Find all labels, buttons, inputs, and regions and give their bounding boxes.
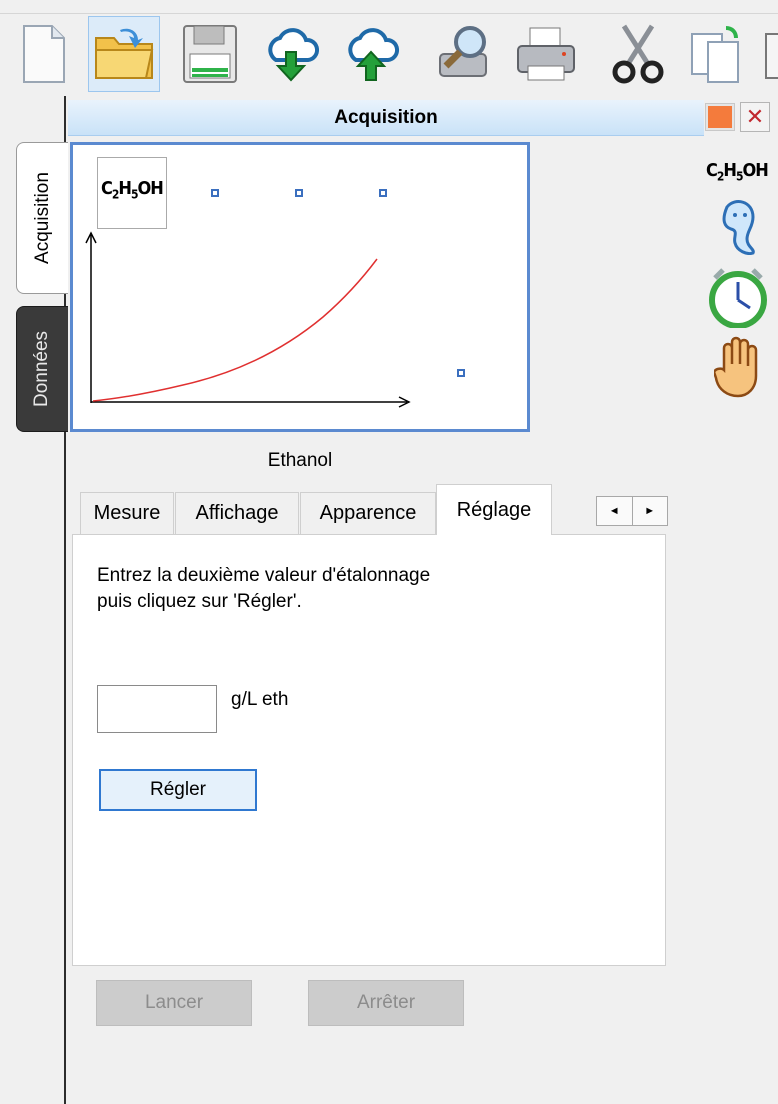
side-tab-donnees-label: Données <box>31 330 53 408</box>
hand-icon <box>714 336 758 398</box>
reglage-panel: Entrez la deuxième valeur d'étalonnage p… <box>72 534 666 966</box>
tab-mesure[interactable]: Mesure <box>80 492 174 534</box>
stop-hand-button[interactable] <box>704 332 772 400</box>
paste-icon <box>765 33 778 79</box>
tab-scroll-left-icon: ◄ <box>608 505 620 517</box>
cut-button[interactable] <box>602 16 674 92</box>
copy-button[interactable] <box>680 16 752 92</box>
save-icon <box>183 25 237 83</box>
tab-apparence-label: Apparence <box>319 502 417 524</box>
cut-icon <box>612 24 664 84</box>
panel-float-button[interactable] <box>705 103 735 131</box>
tab-reglage-label: Réglage <box>456 498 532 521</box>
window-top-edge <box>0 0 778 14</box>
save-button[interactable] <box>174 16 246 92</box>
instruction-line-2: puis cliquez sur 'Régler'. <box>97 591 302 612</box>
tab-reglage[interactable]: Réglage <box>436 484 552 535</box>
tab-scroll-right-icon: ► <box>644 505 656 517</box>
print-button[interactable] <box>510 16 582 92</box>
graph-caption: Ethanol <box>267 450 333 471</box>
sensor-formula-icon[interactable]: C2H5OH <box>706 160 769 184</box>
panel-close-button[interactable]: ✕ <box>740 102 770 132</box>
tab-scroll-right-button[interactable]: ► <box>633 497 668 525</box>
start-button[interactable]: Lancer <box>96 980 252 1026</box>
zoom-search-icon <box>439 26 487 77</box>
stop-button-label: Arrêter <box>356 992 416 1013</box>
regler-button[interactable]: Régler <box>99 769 257 811</box>
ghost-icon <box>722 200 755 255</box>
upload-button[interactable] <box>336 16 408 92</box>
side-tab-acquisition-label: Acquisition <box>31 172 53 264</box>
calibration-value-input[interactable] <box>97 685 217 733</box>
new-file-icon <box>23 25 65 83</box>
tab-affichage[interactable]: Affichage <box>175 492 299 534</box>
calibration-instructions: Entrez la deuxième valeur d'étalonnage p… <box>97 563 617 615</box>
paste-button[interactable] <box>758 16 778 92</box>
toolbar <box>0 0 778 96</box>
tab-scroll-left-button[interactable]: ◄ <box>597 497 633 525</box>
panel-title-bar: Acquisition <box>68 100 704 136</box>
start-button-label: Lancer <box>144 992 204 1013</box>
copy-icon <box>691 26 739 83</box>
open-folder-button[interactable] <box>88 16 160 92</box>
calibration-curve <box>92 258 378 402</box>
stopwatch-icon <box>709 268 767 328</box>
print-preview-button[interactable] <box>432 16 504 92</box>
sensor-graph[interactable]: C2H5OH <box>70 142 530 432</box>
close-icon: ✕ <box>745 104 765 129</box>
tab-apparence[interactable]: Apparence <box>300 492 436 534</box>
download-button[interactable] <box>256 16 328 92</box>
side-tab-donnees[interactable]: Données <box>16 306 68 432</box>
graph-plot <box>85 231 411 408</box>
stop-button[interactable]: Arrêter <box>308 980 464 1026</box>
tab-scroll-buttons: ◄ ► <box>596 496 668 526</box>
tab-mesure-label: Mesure <box>93 502 161 524</box>
new-file-button[interactable] <box>6 16 78 92</box>
instruction-line-1: Entrez la deuxième valeur d'étalonnage <box>97 565 431 586</box>
regler-button-label: Régler <box>150 779 206 800</box>
print-icon <box>517 27 575 81</box>
panel-title: Acquisition <box>334 106 438 128</box>
tab-affichage-label: Affichage <box>195 502 279 524</box>
open-folder-icon <box>95 28 154 79</box>
upload-icon <box>348 28 399 81</box>
download-icon <box>268 28 319 82</box>
ghost-button[interactable] <box>704 196 772 256</box>
timer-button[interactable] <box>704 266 772 328</box>
calibration-unit-label: g/L eth <box>231 689 289 710</box>
side-tab-acquisition[interactable]: Acquisition <box>16 142 68 294</box>
